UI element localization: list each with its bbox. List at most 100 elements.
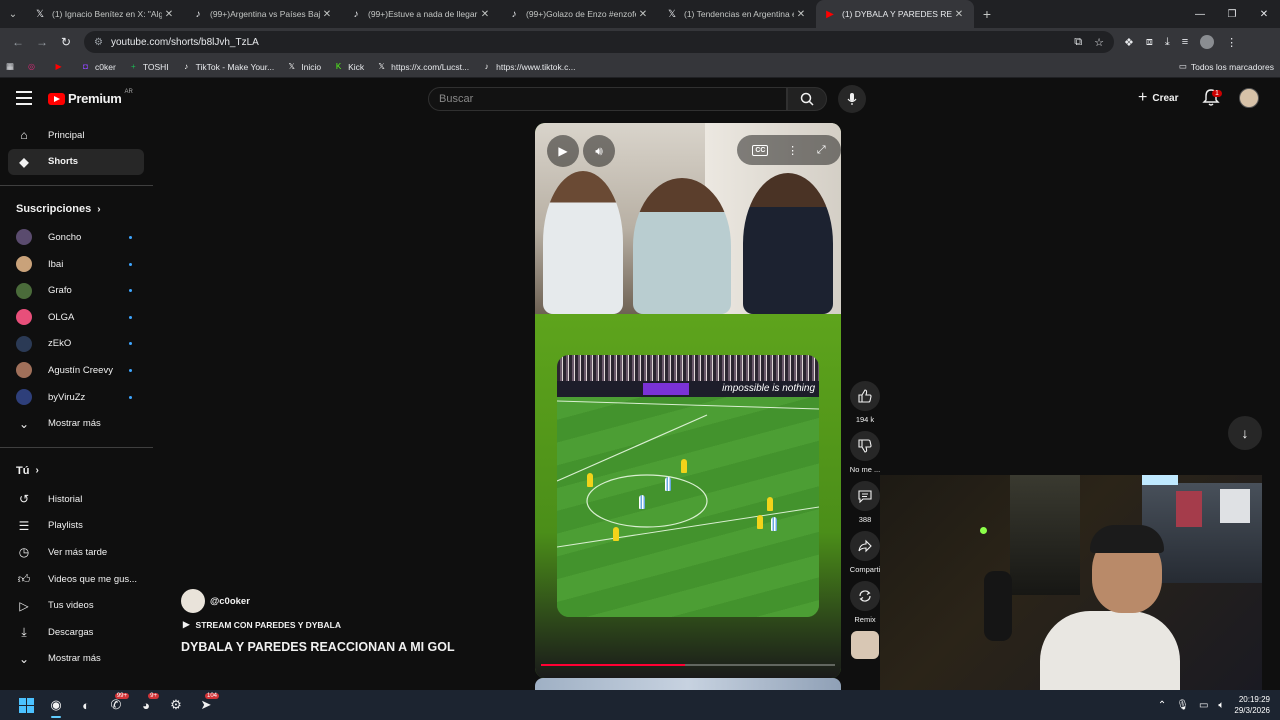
sidebar-item-principal[interactable]: ⌂ Principal: [0, 122, 153, 149]
taskbar-clock[interactable]: 20:19:29 29/3/2026: [1234, 694, 1270, 716]
minimize-button[interactable]: —: [1184, 9, 1216, 20]
shorts-video-player[interactable]: impossible is nothing ▶ 🔊︎ CC ⋮ ⤢: [535, 123, 841, 678]
bookmark-item[interactable]: ♪ TikTok - Make Your...: [181, 61, 274, 72]
you-header[interactable]: Tú ›: [0, 456, 153, 486]
bookmark-star-icon[interactable]: ☆: [1094, 36, 1104, 49]
sidebar-item-you[interactable]: ▷ Tus videos: [0, 592, 153, 619]
maximize-button[interactable]: ❐: [1216, 9, 1248, 20]
extensions-puzzle-icon[interactable]: ⧈: [1146, 36, 1153, 49]
share-button[interactable]: [850, 531, 880, 561]
downloads-icon[interactable]: ⤓: [1165, 36, 1170, 49]
fullscreen-icon[interactable]: ⤢: [817, 144, 826, 157]
back-button[interactable]: ←: [6, 35, 30, 49]
whatsapp-app[interactable]: ✆ 99+: [102, 692, 130, 718]
browser-tab[interactable]: 𝕏 (1) Tendencias en Argentina en ✕: [658, 0, 816, 28]
search-input[interactable]: Buscar: [428, 87, 787, 111]
browser-tab[interactable]: ♪ (99+)Argentina vs Países Bajos ✕: [184, 0, 342, 28]
subscription-item[interactable]: Goncho: [0, 224, 153, 251]
discord-app[interactable]: ◕ 9+: [132, 692, 160, 718]
sidebar-item-shorts[interactable]: ◆ Shorts: [8, 148, 144, 176]
start-button[interactable]: [12, 692, 40, 718]
chrome-app[interactable]: ◉: [42, 692, 70, 718]
next-short-button[interactable]: ↓: [1228, 416, 1262, 450]
all-bookmarks-folder[interactable]: ▭ Todos los marcadores: [1179, 61, 1274, 72]
tab-close-icon[interactable]: ✕: [636, 9, 650, 20]
show-more-you[interactable]: ⌄ Mostrar más: [0, 646, 153, 673]
subscription-item[interactable]: OLGA: [0, 304, 153, 331]
install-app-icon[interactable]: ⧉: [1074, 36, 1082, 49]
obs-app[interactable]: ◐: [72, 692, 100, 718]
tab-close-icon[interactable]: ✕: [320, 9, 334, 20]
subscription-item[interactable]: byViruZz: [0, 384, 153, 411]
sidebar-item-you[interactable]: ↺ Historial: [0, 486, 153, 513]
channel-avatar[interactable]: [181, 589, 205, 613]
channel-name[interactable]: @c0oker: [210, 596, 250, 607]
close-window-button[interactable]: ✕: [1248, 9, 1280, 20]
bookmark-item[interactable]: ♪ https://www.tiktok.c...: [481, 61, 576, 72]
new-tab-button[interactable]: +: [974, 6, 1000, 22]
bookmark-item[interactable]: K Kick: [333, 61, 364, 72]
sidebar-item-you[interactable]: ⤓ Descargas: [0, 619, 153, 646]
sidebar-item-you[interactable]: ☰ Playlists: [0, 513, 153, 540]
search-button[interactable]: [787, 87, 827, 111]
bookmark-item[interactable]: 𝕏https://x.com/Lucst...: [376, 61, 469, 72]
captions-icon[interactable]: CC: [752, 144, 769, 156]
account-avatar[interactable]: [1239, 88, 1259, 108]
sidebar-item-you[interactable]: 👍︎ Videos que me gus...: [0, 566, 153, 593]
telegram-app[interactable]: ➤ 104: [192, 692, 220, 718]
video-progress-bar[interactable]: [541, 664, 835, 666]
steam-app[interactable]: ⚙: [162, 692, 190, 718]
channel-info[interactable]: @c0oker: [181, 589, 250, 613]
bookmark-item[interactable]: ◘ c0ker: [80, 61, 116, 72]
subscription-item[interactable]: Grafo: [0, 277, 153, 304]
sidebar-item-you[interactable]: ◷ Ver más tarde: [0, 539, 153, 566]
tab-close-icon[interactable]: ✕: [162, 9, 176, 20]
tab-close-icon[interactable]: ✕: [952, 9, 966, 20]
microphone-tray-icon[interactable]: 🎙︎: [1176, 700, 1189, 711]
tab-close-icon[interactable]: ✕: [794, 9, 808, 20]
sound-avatar[interactable]: [851, 631, 879, 659]
volume-icon[interactable]: 🔈︎: [1218, 700, 1224, 711]
subscription-item[interactable]: Ibai: [0, 251, 153, 278]
reading-list-icon[interactable]: ≡: [1182, 36, 1188, 48]
voice-search-button[interactable]: [838, 85, 866, 113]
subscription-item[interactable]: Agustín Creevy: [0, 357, 153, 384]
browser-tab[interactable]: ♪ (99+)Estuve a nada de llegar a ✕: [342, 0, 500, 28]
bookmark-item[interactable]: ▶: [53, 61, 68, 72]
bookmark-item[interactable]: + TOSHI: [128, 61, 169, 72]
tab-close-icon[interactable]: ✕: [478, 9, 492, 20]
apps-grid-icon[interactable]: ▦: [6, 61, 14, 72]
comments-button[interactable]: [850, 481, 880, 511]
create-button[interactable]: + Crear: [1138, 89, 1178, 107]
bookmark-item[interactable]: 𝕏 Inicio: [286, 61, 322, 72]
tray-chevron-icon[interactable]: ⌃: [1158, 700, 1166, 711]
next-short-preview[interactable]: [535, 678, 841, 690]
extension-icon[interactable]: ❖: [1124, 36, 1134, 49]
site-info-icon[interactable]: ⚙: [94, 37, 103, 48]
subscriptions-header[interactable]: Suscripciones ›: [0, 194, 153, 224]
reload-button[interactable]: ↻: [54, 35, 78, 49]
player-yellow: [757, 515, 763, 529]
youtube-premium-logo[interactable]: Premium AR: [48, 89, 133, 106]
like-button[interactable]: [850, 381, 880, 411]
browser-tab[interactable]: ♪ (99+)Golazo de Enzo #enzofer ✕: [500, 0, 658, 28]
more-options-icon[interactable]: ⋮: [787, 144, 798, 157]
address-bar[interactable]: ⚙ youtube.com/shorts/b8lJvh_TzLA ⧉ ☆: [84, 31, 1114, 53]
dislike-button[interactable]: [850, 431, 880, 461]
browser-menu-icon[interactable]: ⋮: [1226, 36, 1237, 49]
playlist-link[interactable]: ▶ STREAM CON PAREDES Y DYBALA: [183, 619, 341, 630]
remix-button[interactable]: [850, 581, 880, 611]
streamer-microphone: [984, 571, 1012, 641]
network-icon[interactable]: ▭: [1199, 700, 1208, 711]
browser-tab[interactable]: 𝕏 (1) Ignacio Benítez en X: "Algu ✕: [26, 0, 184, 28]
menu-hamburger-icon[interactable]: [16, 91, 32, 109]
subscription-item[interactable]: zEkO: [0, 331, 153, 358]
volume-button[interactable]: 🔊︎: [583, 135, 615, 167]
show-more-subscriptions[interactable]: ⌄ Mostrar más: [0, 410, 153, 437]
forward-button[interactable]: →: [30, 35, 54, 49]
bookmark-item[interactable]: ◎: [26, 61, 41, 72]
browser-tab[interactable]: ▶ (1) DYBALA Y PAREDES REACCIO ✕: [816, 0, 974, 28]
profile-avatar[interactable]: [1200, 35, 1215, 49]
play-button[interactable]: ▶: [547, 135, 579, 167]
tab-search-button[interactable]: ⌄: [0, 0, 26, 28]
